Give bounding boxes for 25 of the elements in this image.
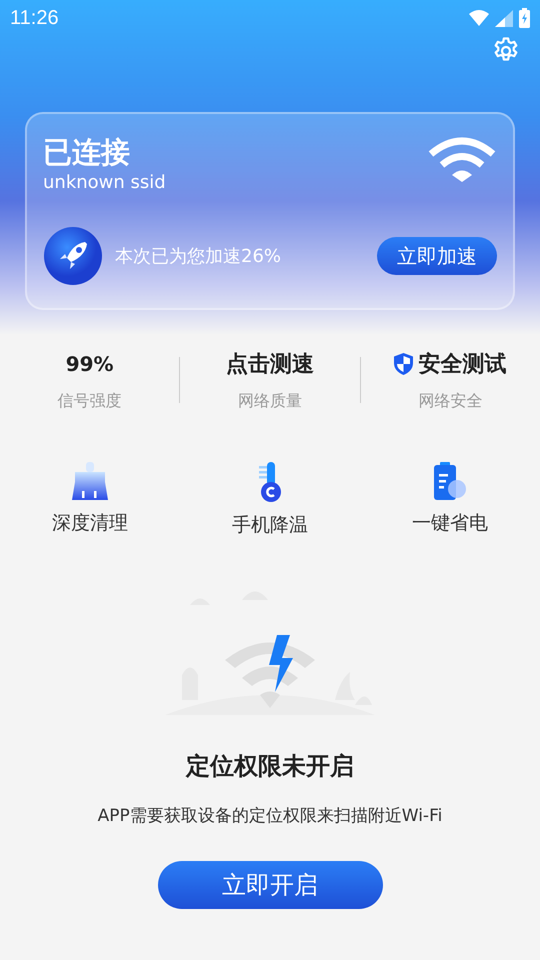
cell-signal-icon — [495, 10, 513, 26]
stat-label: 信号强度 — [58, 391, 122, 412]
status-time: 11:26 — [10, 6, 59, 30]
enable-button[interactable]: 立即开启 — [158, 861, 382, 909]
battery-charging-icon — [519, 8, 530, 28]
connection-status: 已连接 — [43, 134, 131, 170]
wifi-signal-icon — [469, 10, 489, 26]
stat-value[interactable]: 点击测速 — [226, 349, 314, 379]
battery-icon[interactable] — [434, 462, 466, 500]
stat-label: 网络安全 — [418, 391, 482, 412]
thermometer-icon[interactable] — [257, 462, 283, 502]
stat-label: 网络质量 — [238, 391, 302, 412]
boost-message: 本次已为您加速26% — [115, 245, 282, 268]
tool-label[interactable]: 手机降温 — [232, 512, 308, 538]
rocket-icon — [43, 226, 103, 286]
network-name: unknown ssid — [43, 172, 166, 193]
tool-label[interactable]: 一键省电 — [412, 510, 488, 536]
boost-button[interactable]: 立即加速 — [377, 237, 497, 275]
tool-label[interactable]: 深度清理 — [52, 510, 128, 536]
brush-icon[interactable] — [72, 462, 108, 500]
shield-icon — [394, 353, 414, 375]
stat-value: 99% — [66, 352, 114, 376]
stat-value[interactable]: 安全测试 — [418, 349, 506, 379]
permission-description: APP需要获取设备的定位权限来扫描附近Wi-Fi — [98, 805, 442, 827]
permission-title: 定位权限未开启 — [186, 751, 354, 782]
